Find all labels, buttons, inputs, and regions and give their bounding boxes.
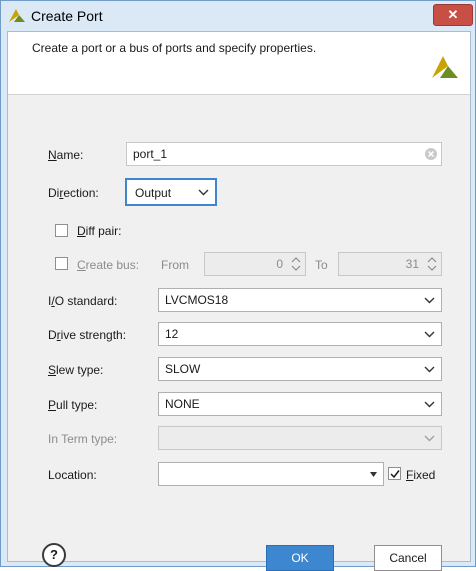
- pull-type-value: NONE: [165, 397, 200, 411]
- spinner-arrows-icon[interactable]: [427, 256, 437, 272]
- to-spinner[interactable]: 31: [338, 252, 442, 276]
- dialog-header: Create a port or a bus of ports and spec…: [8, 32, 470, 95]
- close-button[interactable]: ✕: [433, 4, 473, 26]
- from-value: 0: [276, 257, 283, 271]
- clear-icon[interactable]: [425, 148, 437, 160]
- fixed-checkbox[interactable]: [388, 467, 401, 480]
- in-term-type-label: In Term type:: [48, 432, 118, 446]
- chevron-down-icon: [424, 401, 435, 408]
- direction-select[interactable]: Output: [125, 178, 217, 206]
- pull-type-label: Pull type:: [48, 398, 98, 412]
- form-body: Name: port_1 Direction: Output Diff pair…: [8, 95, 470, 571]
- direction-value: Output: [135, 186, 172, 200]
- slew-type-value: SLOW: [165, 362, 201, 376]
- vivado-logo-icon: [9, 9, 25, 22]
- chevron-down-icon: [198, 189, 209, 196]
- io-standard-value: LVCMOS18: [165, 293, 229, 307]
- header-description: Create a port or a bus of ports and spec…: [32, 41, 317, 55]
- from-spinner[interactable]: 0: [204, 252, 306, 276]
- slew-type-label: Slew type:: [48, 363, 104, 377]
- in-term-type-select[interactable]: [158, 426, 442, 450]
- name-label: Name:: [48, 148, 84, 162]
- from-label: From: [161, 258, 189, 272]
- to-label: To: [315, 258, 328, 272]
- drive-strength-select[interactable]: 12: [158, 322, 442, 346]
- chevron-down-icon: [424, 435, 435, 442]
- location-label: Location:: [48, 468, 97, 482]
- help-button[interactable]: ?: [42, 543, 66, 567]
- fixed-label: Fixed: [406, 468, 436, 482]
- name-value: port_1: [133, 147, 168, 161]
- cancel-button[interactable]: Cancel: [374, 545, 442, 571]
- chevron-down-icon: [424, 366, 435, 373]
- spinner-arrows-icon[interactable]: [291, 256, 301, 272]
- chevron-down-icon: [424, 297, 435, 304]
- name-input[interactable]: port_1: [126, 142, 442, 166]
- create-bus-checkbox[interactable]: [55, 257, 68, 270]
- create-port-dialog: Create Port ✕ Create a port or a bus of …: [0, 0, 476, 571]
- title-bar[interactable]: Create Port ✕: [1, 1, 475, 31]
- direction-label: Direction:: [48, 186, 99, 200]
- window-title: Create Port: [31, 8, 103, 24]
- to-value: 31: [405, 257, 419, 271]
- slew-type-select[interactable]: SLOW: [158, 357, 442, 381]
- dialog-content: Create a port or a bus of ports and spec…: [7, 31, 471, 571]
- ok-button[interactable]: OK: [266, 545, 334, 571]
- diff-pair-label: Diff pair:: [77, 224, 122, 238]
- drive-strength-value: 12: [165, 327, 179, 341]
- diff-pair-checkbox[interactable]: [55, 224, 68, 237]
- dropdown-arrow-icon[interactable]: [370, 472, 377, 477]
- io-standard-select[interactable]: LVCMOS18: [158, 288, 442, 312]
- create-bus-label: Create bus:: [77, 258, 140, 272]
- location-input[interactable]: [158, 462, 384, 486]
- drive-strength-label: Drive strength:: [48, 328, 127, 342]
- checkmark-icon: [390, 470, 400, 479]
- pull-type-select[interactable]: NONE: [158, 392, 442, 416]
- io-standard-label: I/O standard:: [48, 294, 118, 308]
- vivado-logo-icon: [432, 56, 458, 78]
- chevron-down-icon: [424, 331, 435, 338]
